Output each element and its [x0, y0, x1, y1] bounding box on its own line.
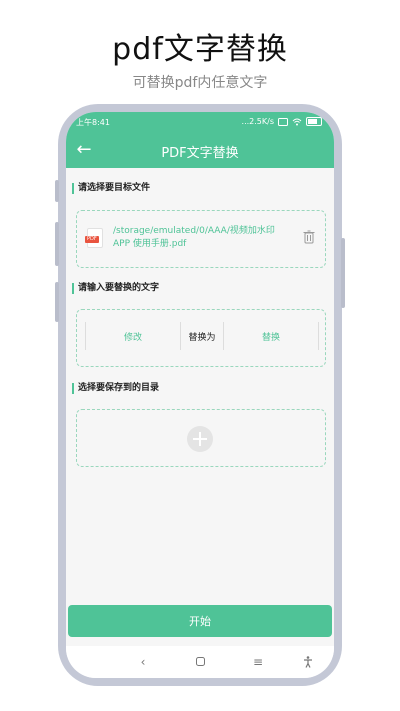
start-button[interactable]: 开始: [68, 605, 332, 637]
status-bar: 上午8:41 ...2.5K/s: [66, 112, 334, 132]
battery-icon: [306, 117, 322, 126]
phone-screen: 上午8:41 ...2.5K/s ← PDF文字替换 请选择要目标文件 PDF …: [66, 112, 334, 678]
save-dir-label: 选择要保存到的目录: [72, 383, 159, 394]
wifi-icon: [292, 118, 302, 125]
pdf-file-icon: PDF: [85, 228, 103, 248]
plus-icon[interactable]: [187, 426, 213, 452]
pdf-tag: PDF: [85, 236, 99, 243]
status-time: 上午8:41: [76, 118, 110, 127]
power-button: [341, 238, 345, 308]
file-select-box[interactable]: PDF /storage/emulated/0/AAA/视频加水印APP 使用手…: [76, 210, 326, 268]
promo-subtitle: 可替换pdf内任意文字: [132, 75, 268, 91]
mute-switch: [55, 282, 59, 322]
replace-connector: 替换为: [180, 322, 224, 350]
system-nav-bar: ‹ ≡: [66, 646, 334, 678]
save-dir-box[interactable]: [76, 409, 326, 467]
network-speed: ...2.5K/s: [241, 117, 274, 126]
volume-down-button: [55, 222, 59, 266]
input-text-label: 请输入要替换的文字: [72, 283, 159, 294]
page-title: PDF文字替换: [161, 146, 239, 161]
replace-box: 修改 替换为 替换: [76, 309, 326, 367]
sim-icon: [278, 117, 288, 126]
replace-row: 修改 替换为 替换: [85, 322, 319, 350]
menu-icon[interactable]: ≡: [248, 653, 268, 671]
file-path: /storage/emulated/0/AAA/视频加水印APP 使用手册.pd…: [113, 226, 275, 249]
app-bar: ← PDF文字替换: [66, 132, 334, 168]
target-text-input[interactable]: 替换: [224, 322, 318, 350]
chevron-left-icon[interactable]: ‹: [133, 653, 153, 671]
accessibility-icon[interactable]: [298, 653, 318, 671]
volume-up-button: [55, 180, 59, 202]
trash-icon[interactable]: [303, 230, 315, 244]
source-text-input[interactable]: 修改: [86, 322, 180, 350]
square-icon[interactable]: [190, 653, 210, 671]
promo-title: pdf文字替换: [112, 32, 288, 67]
select-file-label: 请选择要目标文件: [72, 183, 150, 194]
